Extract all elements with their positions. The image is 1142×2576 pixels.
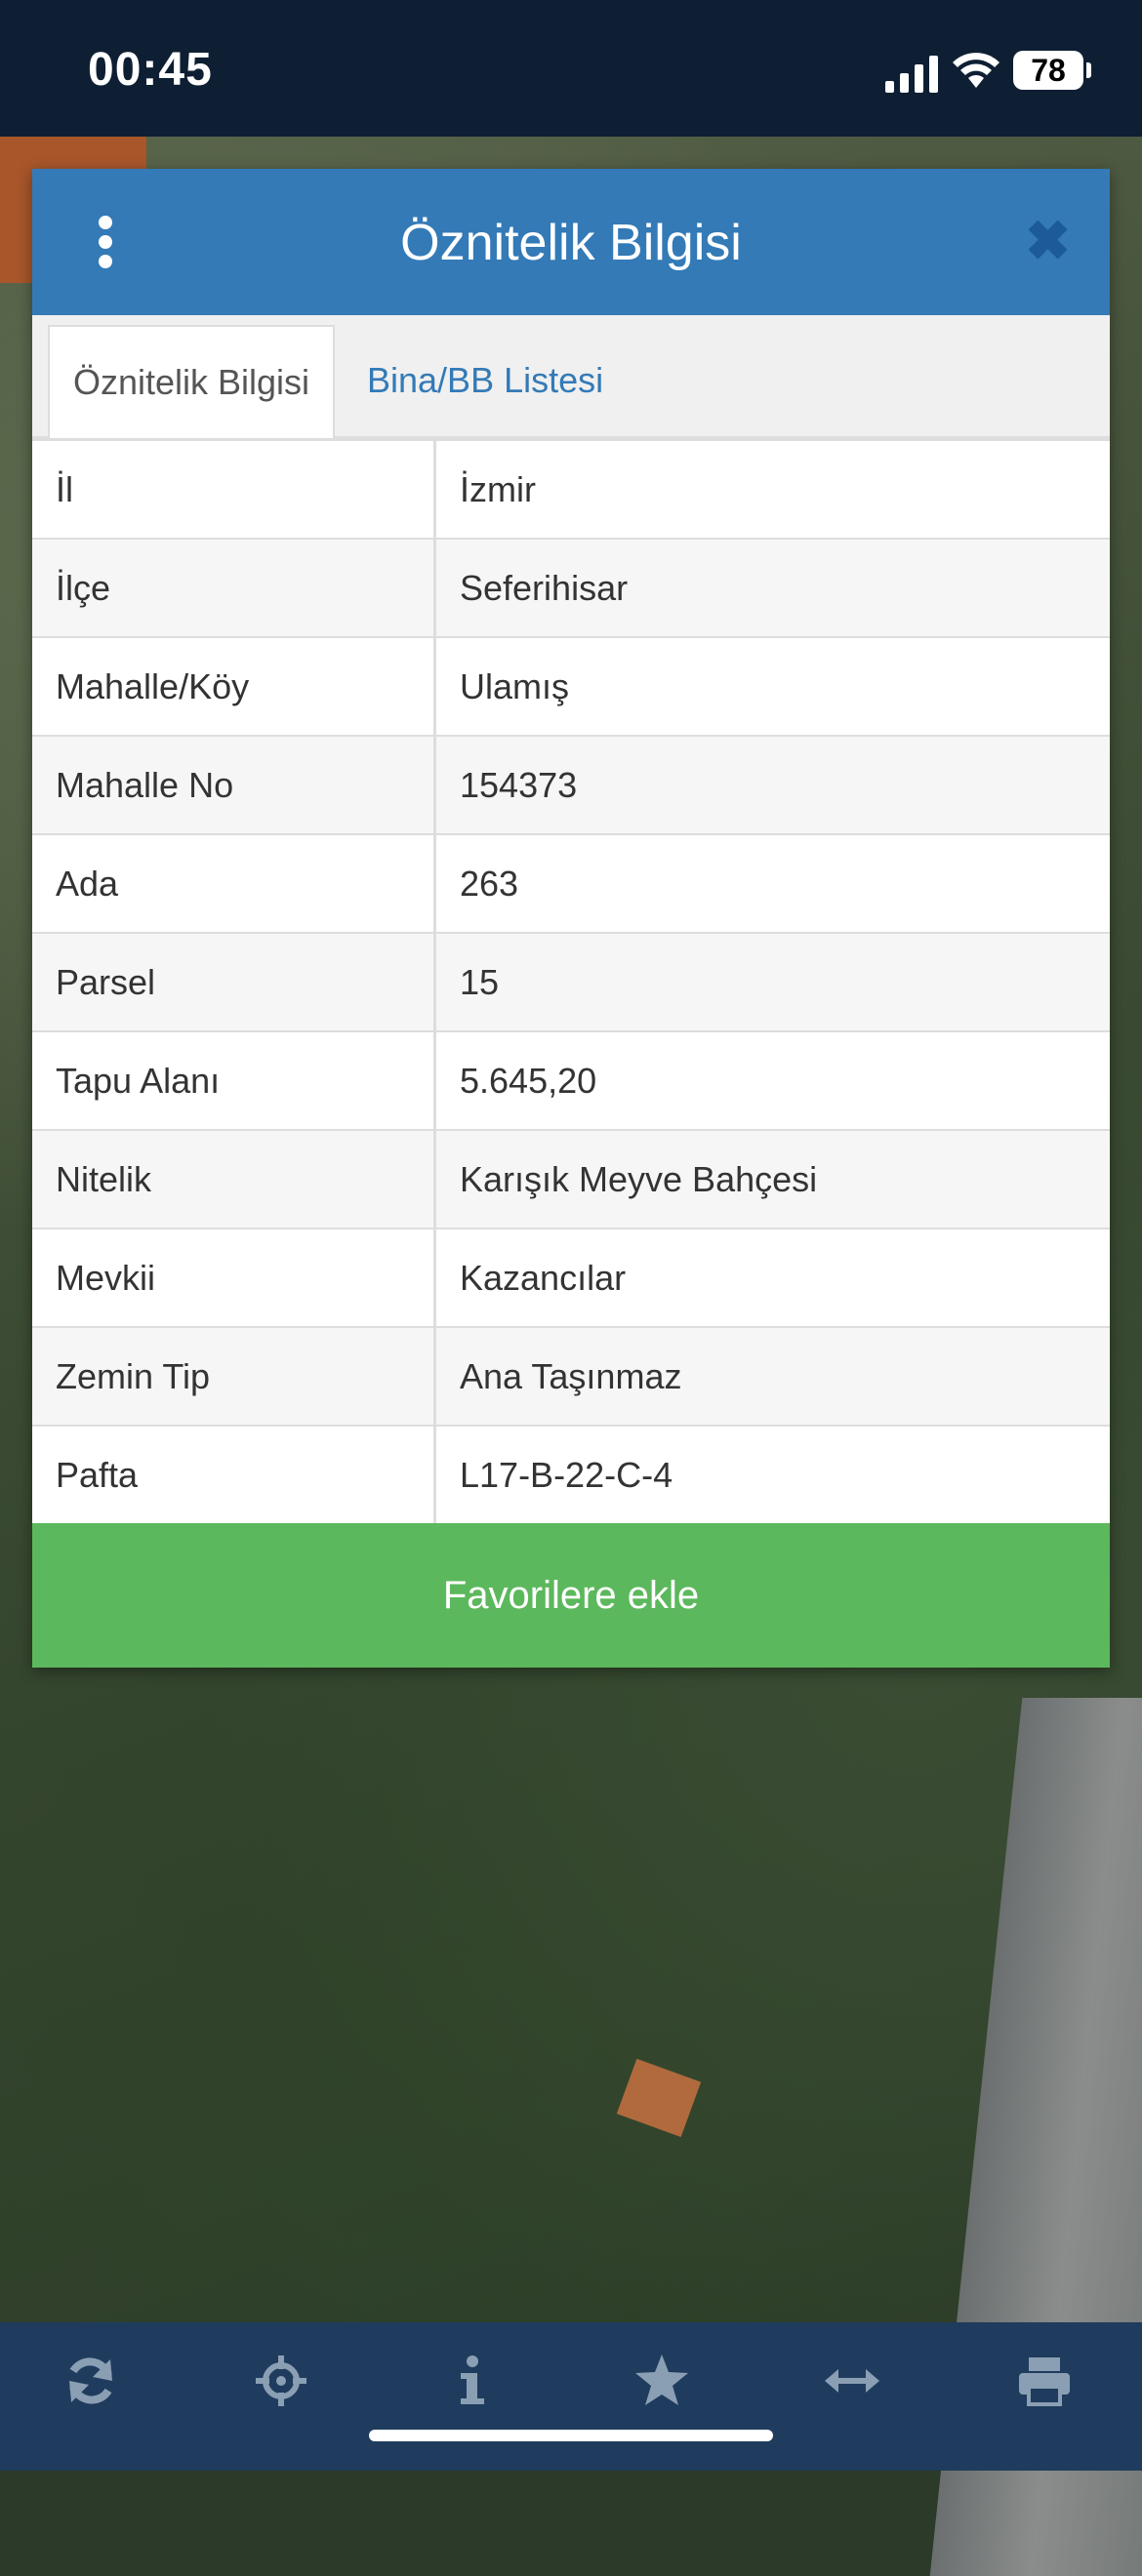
attribute-table: İl İzmir İlçe Seferihisar Mahalle/Köy Ulamış M…	[32, 439, 1110, 1523]
attribute-row: Mevkii Kazancılar	[32, 1228, 1110, 1327]
attribute-key: Mahalle/Köy	[32, 636, 436, 736]
attribute-key: Pafta	[32, 1425, 436, 1523]
close-icon[interactable]: ✖	[1025, 212, 1071, 270]
attribute-row: Tapu Alanı 5.645,20	[32, 1030, 1110, 1130]
attribute-row: Pafta L17-B-22-C-4	[32, 1425, 1110, 1523]
modal-title: Öznitelik Bilgisi	[400, 215, 742, 271]
tab-attribute-info[interactable]: Öznitelik Bilgisi	[48, 325, 335, 438]
attribute-key: Zemin Tip	[32, 1326, 436, 1426]
attribute-value: 154373	[434, 735, 1110, 834]
locate-icon[interactable]	[252, 2352, 310, 2410]
print-icon[interactable]	[1015, 2352, 1074, 2410]
modal-header: Öznitelik Bilgisi ✖	[32, 169, 1110, 315]
attribute-key: İl	[32, 439, 436, 539]
attribute-value: Karışık Meyve Bahçesi	[434, 1129, 1110, 1228]
wifi-icon	[953, 53, 999, 88]
attribute-value: L17-B-22-C-4	[434, 1425, 1110, 1523]
attribute-value: 5.645,20	[434, 1030, 1110, 1130]
attribute-row: Nitelik Karışık Meyve Bahçesi	[32, 1129, 1110, 1228]
attribute-row: Ada 263	[32, 833, 1110, 933]
map-building	[616, 2058, 702, 2138]
attribute-key: Ada	[32, 833, 436, 933]
bottom-toolbar	[0, 2322, 1142, 2471]
status-time: 00:45	[88, 44, 213, 96]
home-indicator[interactable]	[369, 2430, 773, 2441]
attribute-value: 15	[434, 932, 1110, 1031]
attribute-value: İzmir	[434, 439, 1110, 539]
modal-tabs: Öznitelik Bilgisi Bina/BB Listesi	[32, 315, 1110, 439]
attribute-key: Mevkii	[32, 1228, 436, 1327]
attribute-key: Tapu Alanı	[32, 1030, 436, 1130]
attribute-key: Parsel	[32, 932, 436, 1031]
attribute-row: Mahalle/Köy Ulamış	[32, 636, 1110, 736]
attribute-row: İlçe Seferihisar	[32, 538, 1110, 637]
attribute-row: Parsel 15	[32, 932, 1110, 1031]
tab-building-list[interactable]: Bina/BB Listesi	[367, 325, 603, 436]
cellular-signal-icon	[885, 56, 938, 93]
attribute-key: Mahalle No	[32, 735, 436, 834]
battery-indicator: 78	[1013, 51, 1091, 90]
attribute-value: 263	[434, 833, 1110, 933]
attribute-row: İl İzmir	[32, 439, 1110, 539]
status-bar: 00:45 78	[0, 0, 1142, 137]
attribute-key: İlçe	[32, 538, 436, 637]
attribute-info-modal: Öznitelik Bilgisi ✖ Öznitelik Bilgisi Bi…	[32, 169, 1110, 1668]
info-icon[interactable]	[441, 2352, 500, 2410]
add-favorite-button[interactable]: Favorilere ekle	[32, 1523, 1110, 1668]
attribute-value: Ana Taşınmaz	[434, 1326, 1110, 1426]
star-icon[interactable]	[632, 2352, 691, 2410]
attribute-value: Ulamış	[434, 636, 1110, 736]
refresh-icon[interactable]	[61, 2352, 120, 2410]
attribute-key: Nitelik	[32, 1129, 436, 1228]
measure-icon[interactable]	[823, 2352, 881, 2410]
attribute-value: Seferihisar	[434, 538, 1110, 637]
attribute-row: Zemin Tip Ana Taşınmaz	[32, 1326, 1110, 1426]
attribute-value: Kazancılar	[434, 1228, 1110, 1327]
attribute-row: Mahalle No 154373	[32, 735, 1110, 834]
